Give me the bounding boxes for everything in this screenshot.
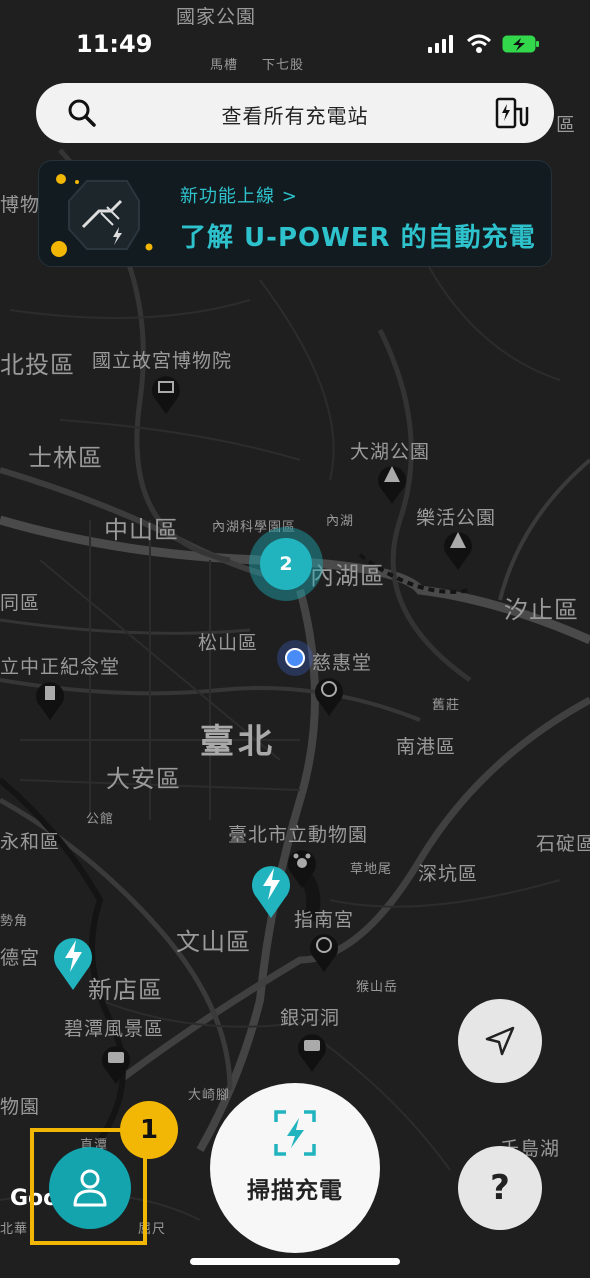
scan-label: 掃描充電: [247, 1178, 343, 1204]
profile-button[interactable]: [49, 1147, 131, 1229]
map-label: 國立故宮博物院: [92, 350, 233, 372]
charging-station-pin-icon[interactable]: [250, 860, 292, 918]
map-label: 石碇區: [536, 833, 590, 855]
map-label: 文山區: [176, 928, 251, 956]
map-label: 勢角: [0, 914, 29, 929]
tutorial-step-badge: 1: [120, 1101, 178, 1159]
temple-pin-icon[interactable]: [308, 928, 340, 972]
map-label: 松山區: [198, 632, 259, 654]
status-bar: 11:49: [0, 0, 590, 84]
map-label: 草地尾: [350, 862, 393, 877]
map-label: 公館: [86, 812, 115, 827]
banner-subtitle: 新功能上線 >: [180, 186, 298, 207]
search-label: 查看所有充電站: [221, 104, 369, 128]
map-label: 銀河洞: [280, 1007, 341, 1029]
camera-pin-icon[interactable]: [296, 1028, 328, 1072]
battery-charging-icon: [502, 35, 539, 53]
map-label: 猴山岳: [356, 980, 399, 995]
cluster-count: 2: [260, 538, 312, 590]
map-label: 北華: [0, 1222, 29, 1237]
signal-icon: [428, 35, 453, 53]
map-label: 物園: [0, 1096, 41, 1118]
map-label: 中山區: [104, 516, 179, 544]
map-label: 新店區: [88, 976, 163, 1004]
map-label: 立中正紀念堂: [0, 656, 121, 678]
map-label: 大崎腳: [188, 1088, 231, 1103]
user-location-marker: [277, 640, 313, 676]
map-label: 同區: [0, 592, 41, 614]
help-button[interactable]: ?: [458, 1146, 542, 1230]
map-label: 臺北市立動物園: [228, 824, 369, 846]
temple-pin-icon[interactable]: [313, 672, 345, 716]
new-feature-banner[interactable]: 新功能上線 > 了解 U-POWER 的自動充電: [38, 160, 552, 267]
charging-station-icon[interactable]: [494, 95, 530, 131]
map-label: 汐止區: [504, 596, 579, 624]
landmark-pin-icon[interactable]: [34, 676, 66, 720]
map-label: 區: [556, 114, 577, 136]
charging-plug-icon: [51, 174, 153, 257]
map-label: 北投區: [0, 351, 75, 379]
map-label: 大安區: [106, 765, 181, 793]
station-cluster-marker[interactable]: 2: [249, 527, 323, 601]
navigation-arrow-icon: [485, 1026, 515, 1056]
map-label: 南港區: [396, 736, 457, 758]
locate-me-button[interactable]: [458, 999, 542, 1083]
user-icon: [73, 1169, 107, 1207]
charging-station-pin-icon[interactable]: [52, 932, 94, 990]
map-label: 德宮: [0, 947, 41, 969]
wifi-icon: [466, 34, 492, 53]
museum-pin-icon[interactable]: [150, 370, 182, 414]
status-time: 11:49: [76, 30, 153, 58]
map-label: 舊莊: [432, 698, 461, 713]
park-pin-icon[interactable]: [376, 460, 408, 504]
home-indicator[interactable]: [190, 1258, 400, 1265]
camera-pin-icon[interactable]: [100, 1040, 132, 1084]
map-label: 博物: [0, 194, 41, 216]
map-label: 內湖: [326, 514, 355, 529]
banner-title: 了解 U-POWER 的自動充電: [180, 223, 536, 253]
map-label-city: 臺北: [200, 722, 276, 762]
park-pin-icon[interactable]: [442, 526, 474, 570]
map-label: 永和區: [0, 831, 61, 853]
map-label: 碧潭風景區: [64, 1018, 165, 1040]
status-icons: [428, 34, 540, 54]
scan-to-charge-button[interactable]: 掃描充電: [210, 1083, 380, 1253]
scan-bolt-icon: [274, 1110, 316, 1156]
map-label: 深坑區: [418, 863, 479, 885]
search-all-stations-bar[interactable]: 查看所有充電站: [36, 83, 554, 143]
map-label: 慈惠堂: [312, 652, 373, 674]
map-label: 士林區: [28, 444, 103, 472]
